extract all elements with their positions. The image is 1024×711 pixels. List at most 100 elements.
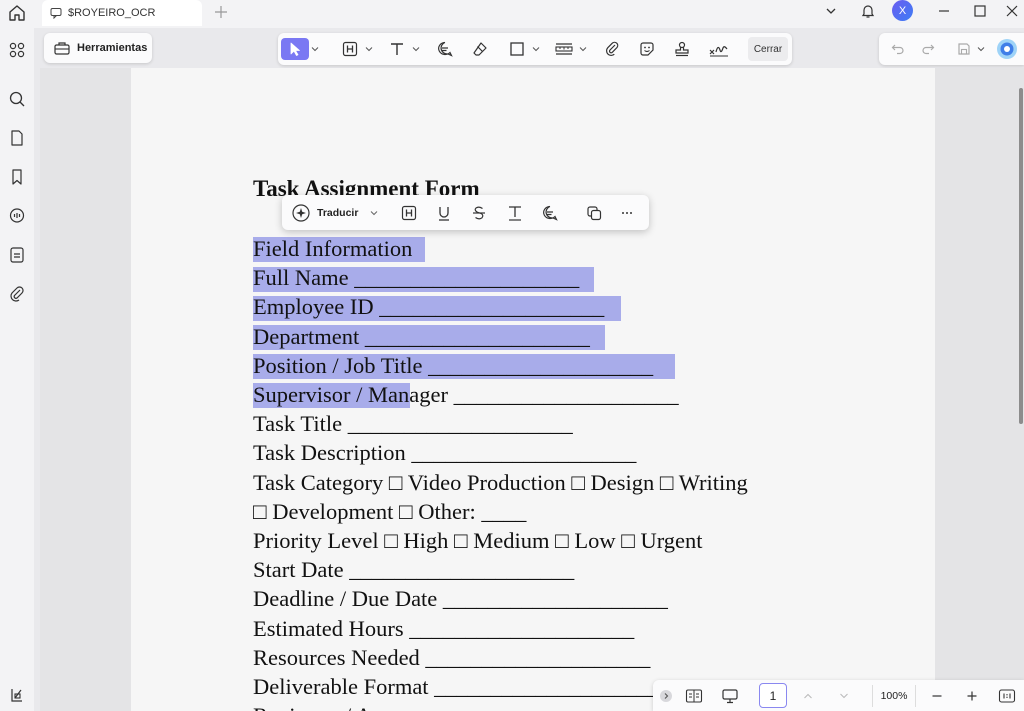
more-options-icon[interactable] [620,203,642,223]
zoom-out-icon[interactable] [928,686,946,706]
document-line: Deliverable Format ____________________ [253,674,660,699]
toolbox-icon [53,39,71,57]
document-line: Full Name ____________________ [253,265,580,290]
annotation-toolbar: Cerrar [278,33,792,65]
add-tab-icon[interactable] [212,3,230,21]
page-navigation-bar: 1 100% [653,680,1024,711]
sticker-tool-button[interactable] [635,38,659,60]
eraser-tool-button[interactable] [468,38,492,60]
avatar-initial: X [898,4,907,17]
apps-grid-icon[interactable] [7,40,27,60]
page-icon[interactable] [7,128,27,148]
zoom-in-icon[interactable] [963,686,981,706]
chevron-down-icon[interactable] [364,38,374,60]
text-format-button[interactable] [506,203,528,223]
chevron-down-icon[interactable] [976,38,986,60]
translate-icon [291,203,311,223]
strikethrough-button[interactable] [470,203,492,223]
document-line: Task Category □ Video Production □ Desig… [253,470,748,495]
comment-icon [541,204,559,222]
chevron-down-icon[interactable] [822,0,840,22]
ruler-icon [554,40,574,58]
document-line: Supervisor / Manager ___________________… [253,382,679,407]
chevron-down-icon[interactable] [309,38,321,60]
highlight-text-button[interactable] [400,203,422,223]
next-page-icon[interactable] [835,686,853,706]
selection-toolbar: Traducir [282,195,649,230]
translate-label: Traducir [317,207,359,219]
title-bar: $ROYEIRO_OCR X [0,0,1024,28]
copy-button[interactable] [585,203,607,223]
home-icon[interactable] [7,3,27,23]
bell-icon[interactable] [858,0,878,22]
undo-icon[interactable] [888,38,908,60]
copy-icon [585,204,603,222]
bookmark-icon[interactable] [7,167,27,187]
stamp-tool-button[interactable] [670,38,694,60]
stamp-icon [673,40,691,58]
tools-button[interactable]: Herramientas [44,33,152,63]
close-toolbar-button[interactable]: Cerrar [748,37,788,61]
document-line: Position / Job Title ___________________… [253,353,654,378]
search-icon[interactable] [7,89,27,109]
redo-icon[interactable] [918,38,938,60]
text-tool-button[interactable] [385,38,409,60]
document-line: Resources Needed ____________________ [253,645,651,670]
ai-assistant-icon[interactable] [995,38,1019,60]
comment-tool-button[interactable] [433,38,457,60]
page-number-input[interactable]: 1 [759,683,787,708]
maximize-icon[interactable] [970,0,990,22]
document-line: Field Information [253,236,413,261]
document-line: Priority Level □ High □ Medium □ Low □ U… [253,528,703,553]
chevron-down-icon[interactable] [531,38,541,60]
select-tool-button[interactable] [281,38,309,60]
chevron-down-icon[interactable] [578,38,588,60]
minimize-icon[interactable] [934,0,954,22]
document-line: Task Title ____________________ [253,411,573,436]
text-icon [388,40,406,58]
layers-icon[interactable] [7,685,27,705]
document-line: Employee ID ____________________ [253,294,605,319]
highlight-icon [400,204,418,222]
document-line: Estimated Hours ____________________ [253,616,635,641]
history-toolbar [879,33,1024,65]
measure-tool-button[interactable] [552,38,576,60]
document-line: □ Development □ Other: ____ [253,499,527,524]
document-line: Reviewer / Approver [253,703,442,711]
add-comment-button[interactable] [541,203,563,223]
close-window-icon[interactable] [1002,0,1022,22]
underline-icon [435,204,453,222]
collapse-arrow-icon[interactable] [657,686,675,706]
rectangle-icon [508,40,526,58]
translate-button[interactable]: Traducir [291,203,358,223]
document-line: Department ____________________ [253,324,590,349]
previous-page-icon[interactable] [799,686,817,706]
underline-button[interactable] [435,203,457,223]
cursor-icon [287,41,303,57]
zoom-level[interactable]: 100% [872,685,916,707]
signature-tool-button[interactable] [706,38,732,60]
page-layout-icon[interactable] [683,686,705,706]
shape-tool-button[interactable] [505,38,529,60]
tab-title: $ROYEIRO_OCR [68,7,156,19]
save-icon[interactable] [954,38,974,60]
vertical-scrollbar[interactable] [1019,88,1023,424]
document-tab[interactable]: $ROYEIRO_OCR [42,0,202,26]
chevron-down-icon[interactable] [411,38,421,60]
ai-chat-icon[interactable] [7,206,27,226]
strikethrough-icon [470,204,488,222]
avatar[interactable]: X [892,0,913,21]
document-line: Start Date ____________________ [253,557,575,582]
presentation-icon[interactable] [719,686,741,706]
comment-icon [50,7,62,19]
signature-icon [708,40,730,58]
text-icon [506,204,524,222]
chevron-down-icon[interactable] [370,203,382,223]
attach-tool-button[interactable] [600,38,624,60]
tools-label: Herramientas [77,42,148,54]
attachment-icon[interactable] [7,284,27,304]
highlight-tool-button[interactable] [338,38,362,60]
form-fields-icon[interactable] [7,245,27,265]
page-number-value: 1 [769,688,777,703]
actual-size-icon[interactable] [996,686,1018,706]
